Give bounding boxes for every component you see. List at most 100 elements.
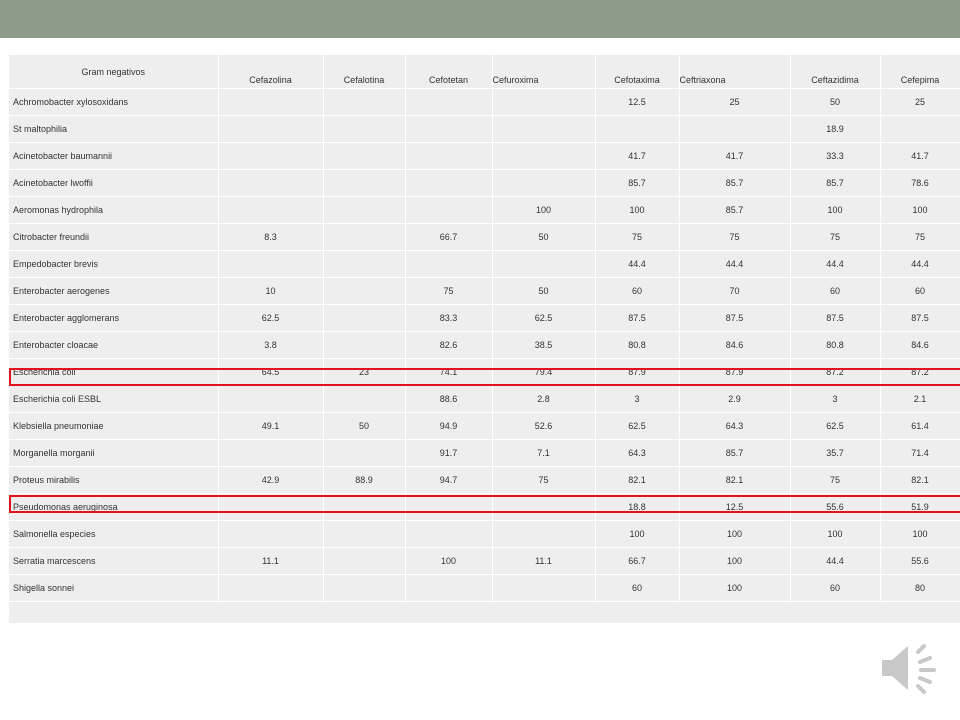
susceptibility-value: 80 [880,574,960,602]
susceptibility-value: 64.5 [218,358,324,386]
susceptibility-value: 85.7 [679,196,791,224]
susceptibility-value: 62.5 [790,412,881,440]
susceptibility-value [323,493,406,521]
susceptibility-value [323,574,406,602]
susceptibility-value [405,250,493,278]
susceptibility-value: 87.2 [790,358,881,386]
table-row: Proteus mirabilis 42.9 88.9 94.7 75 82.1 82.1 7… [9,466,960,494]
susceptibility-value: 50 [790,88,881,116]
table-row: Enterobacter aerogenes 10 75 50 60 70 60 60 [9,277,960,305]
susceptibility-value: 52.6 [492,412,596,440]
table-row: Morganella morganii 91.7 7.1 64.3 85.7 35.7 71… [9,439,960,467]
susceptibility-value: 61.4 [880,412,960,440]
susceptibility-value: 100 [679,574,791,602]
organism-name: Acinetobacter lwoffii [9,169,219,197]
susceptibility-value: 100 [880,520,960,548]
susceptibility-value: 87.5 [790,304,881,332]
susceptibility-value [323,547,406,575]
susceptibility-value [405,574,493,602]
susceptibility-value: 60 [595,574,680,602]
susceptibility-value: 85.7 [679,169,791,197]
organism-name: Shigella sonnei [9,574,219,602]
susceptibility-value [679,115,791,143]
table-row: Acinetobacter baumannii 41.7 41.7 33.3 41.7 [9,142,960,170]
susceptibility-value: 91.7 [405,439,493,467]
susceptibility-value: 11.1 [492,547,596,575]
header-organism: Gram negativos [9,55,219,89]
antibiotic-table: Gram negativos Cefazolina Cefalotina Cef… [9,55,960,602]
susceptibility-value [492,574,596,602]
organism-name: Enterobacter agglomerans [9,304,219,332]
header-antibiotic: Ceftriaxona [679,55,791,89]
susceptibility-value: 78.6 [880,169,960,197]
organism-name: Pseudomonas aeruginosa [9,493,219,521]
speaker-icon[interactable] [878,640,942,696]
organism-name: Escherichia coli ESBL [9,385,219,413]
susceptibility-value: 100 [405,547,493,575]
susceptibility-value: 25 [880,88,960,116]
susceptibility-value: 64.3 [595,439,680,467]
table-row: Enterobacter cloacae 3.8 82.6 38.5 80.8 84.6 8… [9,331,960,359]
susceptibility-value [492,142,596,170]
susceptibility-value [323,169,406,197]
organism-name: Achromobacter xylosoxidans [9,88,219,116]
susceptibility-value: 87.5 [595,304,680,332]
susceptibility-value: 79.4 [492,358,596,386]
susceptibility-value: 50 [492,223,596,251]
susceptibility-value: 75 [880,223,960,251]
susceptibility-value [595,115,680,143]
susceptibility-value [218,196,324,224]
susceptibility-value: 100 [492,196,596,224]
susceptibility-value [405,169,493,197]
susceptibility-value: 3.8 [218,331,324,359]
susceptibility-value: 44.4 [880,250,960,278]
susceptibility-value: 75 [790,223,881,251]
susceptibility-value: 44.4 [679,250,791,278]
susceptibility-value: 42.9 [218,466,324,494]
susceptibility-value: 12.5 [595,88,680,116]
susceptibility-value [218,439,324,467]
header-antibiotic: Cefazolina [218,55,324,89]
header-antibiotic: Ceftazidima [790,55,881,89]
susceptibility-value [323,277,406,305]
table-container: Gram negativos Cefazolina Cefalotina Cef… [9,55,960,623]
susceptibility-value: 88.9 [323,466,406,494]
table-row: Salmonella especies 100 100 100 100 [9,520,960,548]
susceptibility-value: 35.7 [790,439,881,467]
table-row: Klebsiella pneumoniae 49.1 50 94.9 52.6 62.5 6… [9,412,960,440]
susceptibility-value [492,250,596,278]
susceptibility-value: 41.7 [595,142,680,170]
susceptibility-value: 100 [595,520,680,548]
susceptibility-value [492,169,596,197]
susceptibility-value: 84.6 [679,331,791,359]
susceptibility-value: 80.8 [790,331,881,359]
organism-name: Proteus mirabilis [9,466,219,494]
susceptibility-value [323,142,406,170]
susceptibility-value [218,385,324,413]
susceptibility-value: 100 [790,520,881,548]
susceptibility-value: 60 [880,277,960,305]
susceptibility-value: 82.6 [405,331,493,359]
susceptibility-value: 11.1 [218,547,324,575]
susceptibility-value [323,304,406,332]
susceptibility-value: 41.7 [880,142,960,170]
susceptibility-value [323,385,406,413]
susceptibility-value: 50 [323,412,406,440]
table-row: Achromobacter xylosoxidans 12.5 25 50 25 [9,88,960,116]
table-row: Empedobacter brevis 44.4 44.4 44.4 44.4 [9,250,960,278]
susceptibility-value: 8.3 [218,223,324,251]
susceptibility-value [323,223,406,251]
susceptibility-value: 44.4 [790,250,881,278]
susceptibility-value: 87.5 [880,304,960,332]
susceptibility-value: 51.9 [880,493,960,521]
susceptibility-value: 85.7 [790,169,881,197]
table-row: Acinetobacter lwoffii 85.7 85.7 85.7 78.6 [9,169,960,197]
header-antibiotic: Cefotaxima [595,55,680,89]
susceptibility-value: 100 [595,196,680,224]
organism-name: Morganella morganii [9,439,219,467]
susceptibility-value: 94.7 [405,466,493,494]
susceptibility-value: 44.4 [790,547,881,575]
susceptibility-value: 44.4 [595,250,680,278]
susceptibility-value: 3 [790,385,881,413]
susceptibility-value: 85.7 [595,169,680,197]
